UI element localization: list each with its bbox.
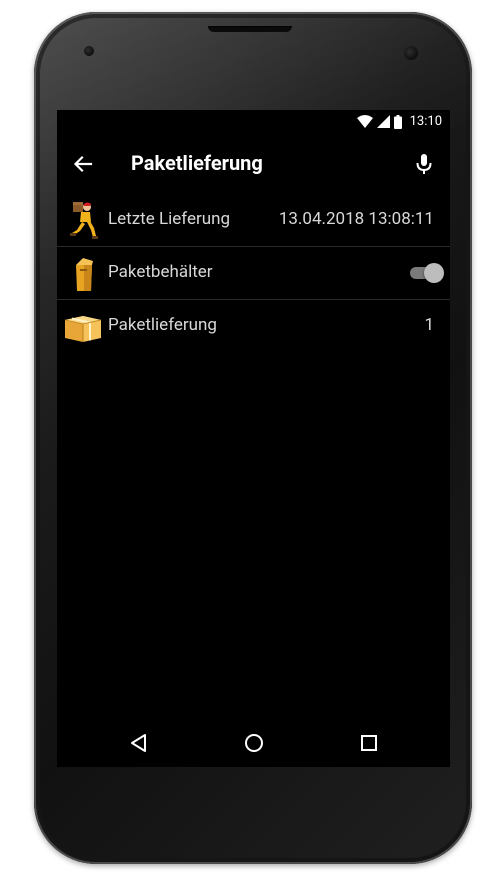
toggle-thumb xyxy=(424,263,444,283)
nav-recents-button[interactable] xyxy=(357,731,381,755)
front-camera xyxy=(404,46,418,60)
status-bar: 13:10 xyxy=(57,110,450,134)
nav-home-icon xyxy=(245,734,263,752)
status-icons: 13:10 xyxy=(356,114,442,129)
battery-icon xyxy=(393,114,402,129)
proximity-sensor xyxy=(84,46,94,56)
delivery-man-icon xyxy=(63,200,103,240)
last-delivery-value: 13.04.2018 13:08:11 xyxy=(278,209,434,229)
parcel-delivery-label: Paketlieferung xyxy=(108,315,217,335)
package-icon xyxy=(63,306,103,346)
app-toolbar: Paketlieferung xyxy=(57,134,450,190)
page-title: Paketlieferung xyxy=(131,151,263,175)
back-button[interactable] xyxy=(69,150,97,178)
wifi-icon xyxy=(356,115,373,128)
nav-home-button[interactable] xyxy=(242,731,266,755)
item-list: Letzte Lieferung 13.04.2018 13:08:11 Pak… xyxy=(57,194,450,352)
parcel-container-toggle[interactable] xyxy=(408,263,444,283)
parcel-container-label: Paketbehälter xyxy=(108,262,213,282)
nav-back-button[interactable] xyxy=(127,731,151,755)
microphone-icon xyxy=(416,154,432,174)
voice-button[interactable] xyxy=(410,150,438,178)
list-item-last-delivery[interactable]: Letzte Lieferung 13.04.2018 13:08:11 xyxy=(57,194,450,247)
navigation-bar xyxy=(57,719,450,767)
list-item-parcel-container[interactable]: Paketbehälter xyxy=(57,247,450,300)
parcel-box-icon xyxy=(63,253,103,293)
parcel-delivery-count: 1 xyxy=(424,315,434,335)
screen: 13:10 Paketlieferung Letzte Lieferung 13… xyxy=(57,110,450,767)
arrow-back-icon xyxy=(73,155,93,173)
nav-recents-icon xyxy=(361,735,377,751)
last-delivery-label: Letzte Lieferung xyxy=(108,209,231,229)
nav-back-icon xyxy=(131,734,146,752)
status-time: 13:10 xyxy=(409,114,442,129)
earpiece-speaker xyxy=(208,26,292,32)
list-item-parcel-delivery[interactable]: Paketlieferung 1 xyxy=(57,300,450,352)
cell-signal-icon xyxy=(376,115,390,128)
